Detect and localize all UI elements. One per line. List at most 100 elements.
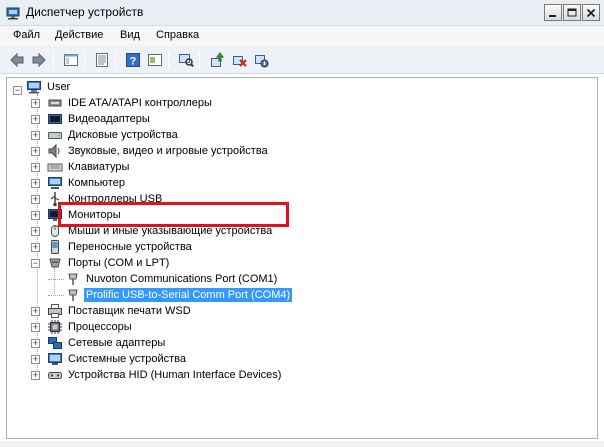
tree-device-item[interactable]: Prolific USB-to-Serial Comm Port (COM4): [65, 287, 293, 303]
device-tree[interactable]: − User + IDE ATA/ATAPI контроллеры + Видеоа…: [6, 77, 598, 439]
tree-item-label: Prolific USB-to-Serial Comm Port (COM4): [84, 288, 293, 302]
expand-icon[interactable]: +: [31, 370, 40, 380]
expand-icon[interactable]: +: [31, 242, 40, 252]
tree-category-item[interactable]: + Устройства HID (Human Interface Devices…: [31, 367, 283, 383]
tree-item-label: Устройства HID (Human Interface Devices): [68, 369, 282, 381]
tree-item-label: Переносные устройства: [68, 241, 192, 253]
system-device-icon: [47, 351, 63, 367]
ide-controller-icon: [47, 95, 63, 111]
tree-category-item[interactable]: + Компьютер: [31, 175, 127, 191]
tree-category-item[interactable]: + Поставщик печати WSD: [31, 303, 193, 319]
toolbar-separator: [53, 51, 54, 69]
tree-category-item[interactable]: + Переносные устройства: [31, 239, 194, 255]
port-icon: [47, 255, 63, 271]
tree-item-label: Звуковые, видео и игровые устройства: [68, 145, 268, 157]
expand-icon[interactable]: +: [31, 114, 40, 124]
tree-item-label: Клавиатуры: [68, 161, 130, 173]
processor-icon: [47, 319, 63, 335]
tree-root-label: User: [47, 81, 71, 93]
disk-drive-icon: [47, 127, 63, 143]
expand-icon[interactable]: +: [31, 130, 40, 140]
expand-icon[interactable]: +: [31, 162, 40, 172]
highlight-annotation: [58, 202, 289, 227]
title-bar: Диспетчер устройств: [0, 0, 604, 26]
tree-category-item[interactable]: + Клавиатуры: [31, 159, 131, 175]
portable-device-icon: [47, 239, 63, 255]
keyboard-icon: [47, 159, 63, 175]
scan-hardware-icon[interactable]: [177, 51, 195, 69]
tree-item-label: Сетевые адаптеры: [68, 337, 166, 349]
expand-icon[interactable]: +: [31, 194, 40, 204]
properties-icon[interactable]: [93, 51, 111, 69]
com-port-icon: [65, 287, 81, 303]
expand-icon[interactable]: +: [31, 210, 40, 220]
window-title: Диспетчер устройств: [26, 5, 144, 19]
toolbar: ?: [0, 46, 604, 74]
toolbar-separator: [199, 51, 200, 69]
tree-device-item[interactable]: Nuvoton Communications Port (COM1): [65, 271, 279, 287]
tree-item-label: Поставщик печати WSD: [68, 305, 191, 317]
expand-icon[interactable]: +: [31, 306, 40, 316]
expand-icon[interactable]: +: [31, 226, 40, 236]
maximize-icon: [567, 8, 577, 16]
toolbar-separator: [115, 51, 116, 69]
uninstall-icon[interactable]: [230, 51, 248, 69]
tree-category-item[interactable]: − Порты (COM и LPT): [31, 255, 171, 271]
back-arrow-icon[interactable]: [8, 51, 26, 69]
tree-connector: [54, 268, 55, 294]
close-button[interactable]: [582, 4, 600, 21]
toolbar-separator: [168, 51, 169, 69]
collapse-icon[interactable]: −: [31, 258, 40, 268]
expand-icon[interactable]: +: [31, 354, 40, 364]
tree-category-item[interactable]: + Звуковые, видео и игровые устройства: [31, 143, 270, 159]
menu-help[interactable]: Справка: [153, 29, 202, 41]
expand-icon[interactable]: +: [31, 146, 40, 156]
tree-item-label: Видеоадаптеры: [68, 113, 150, 125]
tree-category-item[interactable]: + Процессоры: [31, 319, 134, 335]
help-icon[interactable]: ?: [124, 51, 142, 69]
menu-action[interactable]: Действие: [52, 29, 106, 41]
status-bar: [0, 441, 604, 447]
menu-file[interactable]: Файл: [10, 29, 43, 41]
tree-item-label: IDE ATA/ATAPI контроллеры: [68, 97, 212, 109]
expand-icon[interactable]: +: [31, 178, 40, 188]
expand-icon[interactable]: +: [31, 338, 40, 348]
maximize-button[interactable]: [563, 4, 581, 21]
tree-category-item[interactable]: + IDE ATA/ATAPI контроллеры: [31, 95, 214, 111]
sound-icon: [47, 143, 63, 159]
forward-arrow-icon[interactable]: [30, 51, 48, 69]
tree-item-label: Дисковые устройства: [68, 129, 178, 141]
tree-connector: [48, 279, 64, 280]
update-driver-icon[interactable]: [208, 51, 226, 69]
tree-item-label: Процессоры: [68, 321, 132, 333]
tree-category-item[interactable]: + Сетевые адаптеры: [31, 335, 167, 351]
expand-icon[interactable]: +: [31, 98, 40, 108]
menu-bar: Файл Действие Вид Справка: [0, 26, 604, 46]
display-adapter-icon: [47, 111, 63, 127]
computer-icon: [47, 175, 63, 191]
tree-connector: [48, 295, 64, 296]
console-tree-icon[interactable]: [62, 51, 80, 69]
tree-item-label: Системные устройства: [68, 353, 187, 365]
com-port-icon: [65, 271, 81, 287]
device-manager-icon: [5, 5, 21, 21]
hid-icon: [47, 367, 63, 383]
tree-category-item[interactable]: + Системные устройства: [31, 351, 188, 367]
close-icon: [586, 8, 596, 17]
disable-device-icon[interactable]: [252, 51, 270, 69]
tree-root[interactable]: − User: [13, 79, 72, 95]
menu-view[interactable]: Вид: [117, 29, 143, 41]
expand-icon[interactable]: +: [31, 322, 40, 332]
tree-item-label: Nuvoton Communications Port (COM1): [86, 273, 278, 285]
tree-category-item[interactable]: + Дисковые устройства: [31, 127, 180, 143]
show-hide-icon[interactable]: [146, 51, 164, 69]
toolbar-separator: [84, 51, 85, 69]
tree-category-item[interactable]: + Видеоадаптеры: [31, 111, 152, 127]
tree-item-label: Компьютер: [68, 177, 125, 189]
network-adapter-icon: [47, 335, 63, 351]
printer-icon: [47, 303, 63, 319]
collapse-icon[interactable]: −: [13, 85, 22, 95]
tree-item-label: Порты (COM и LPT): [68, 257, 170, 269]
minimize-button[interactable]: [544, 4, 562, 21]
svg-text:?: ?: [130, 56, 137, 68]
